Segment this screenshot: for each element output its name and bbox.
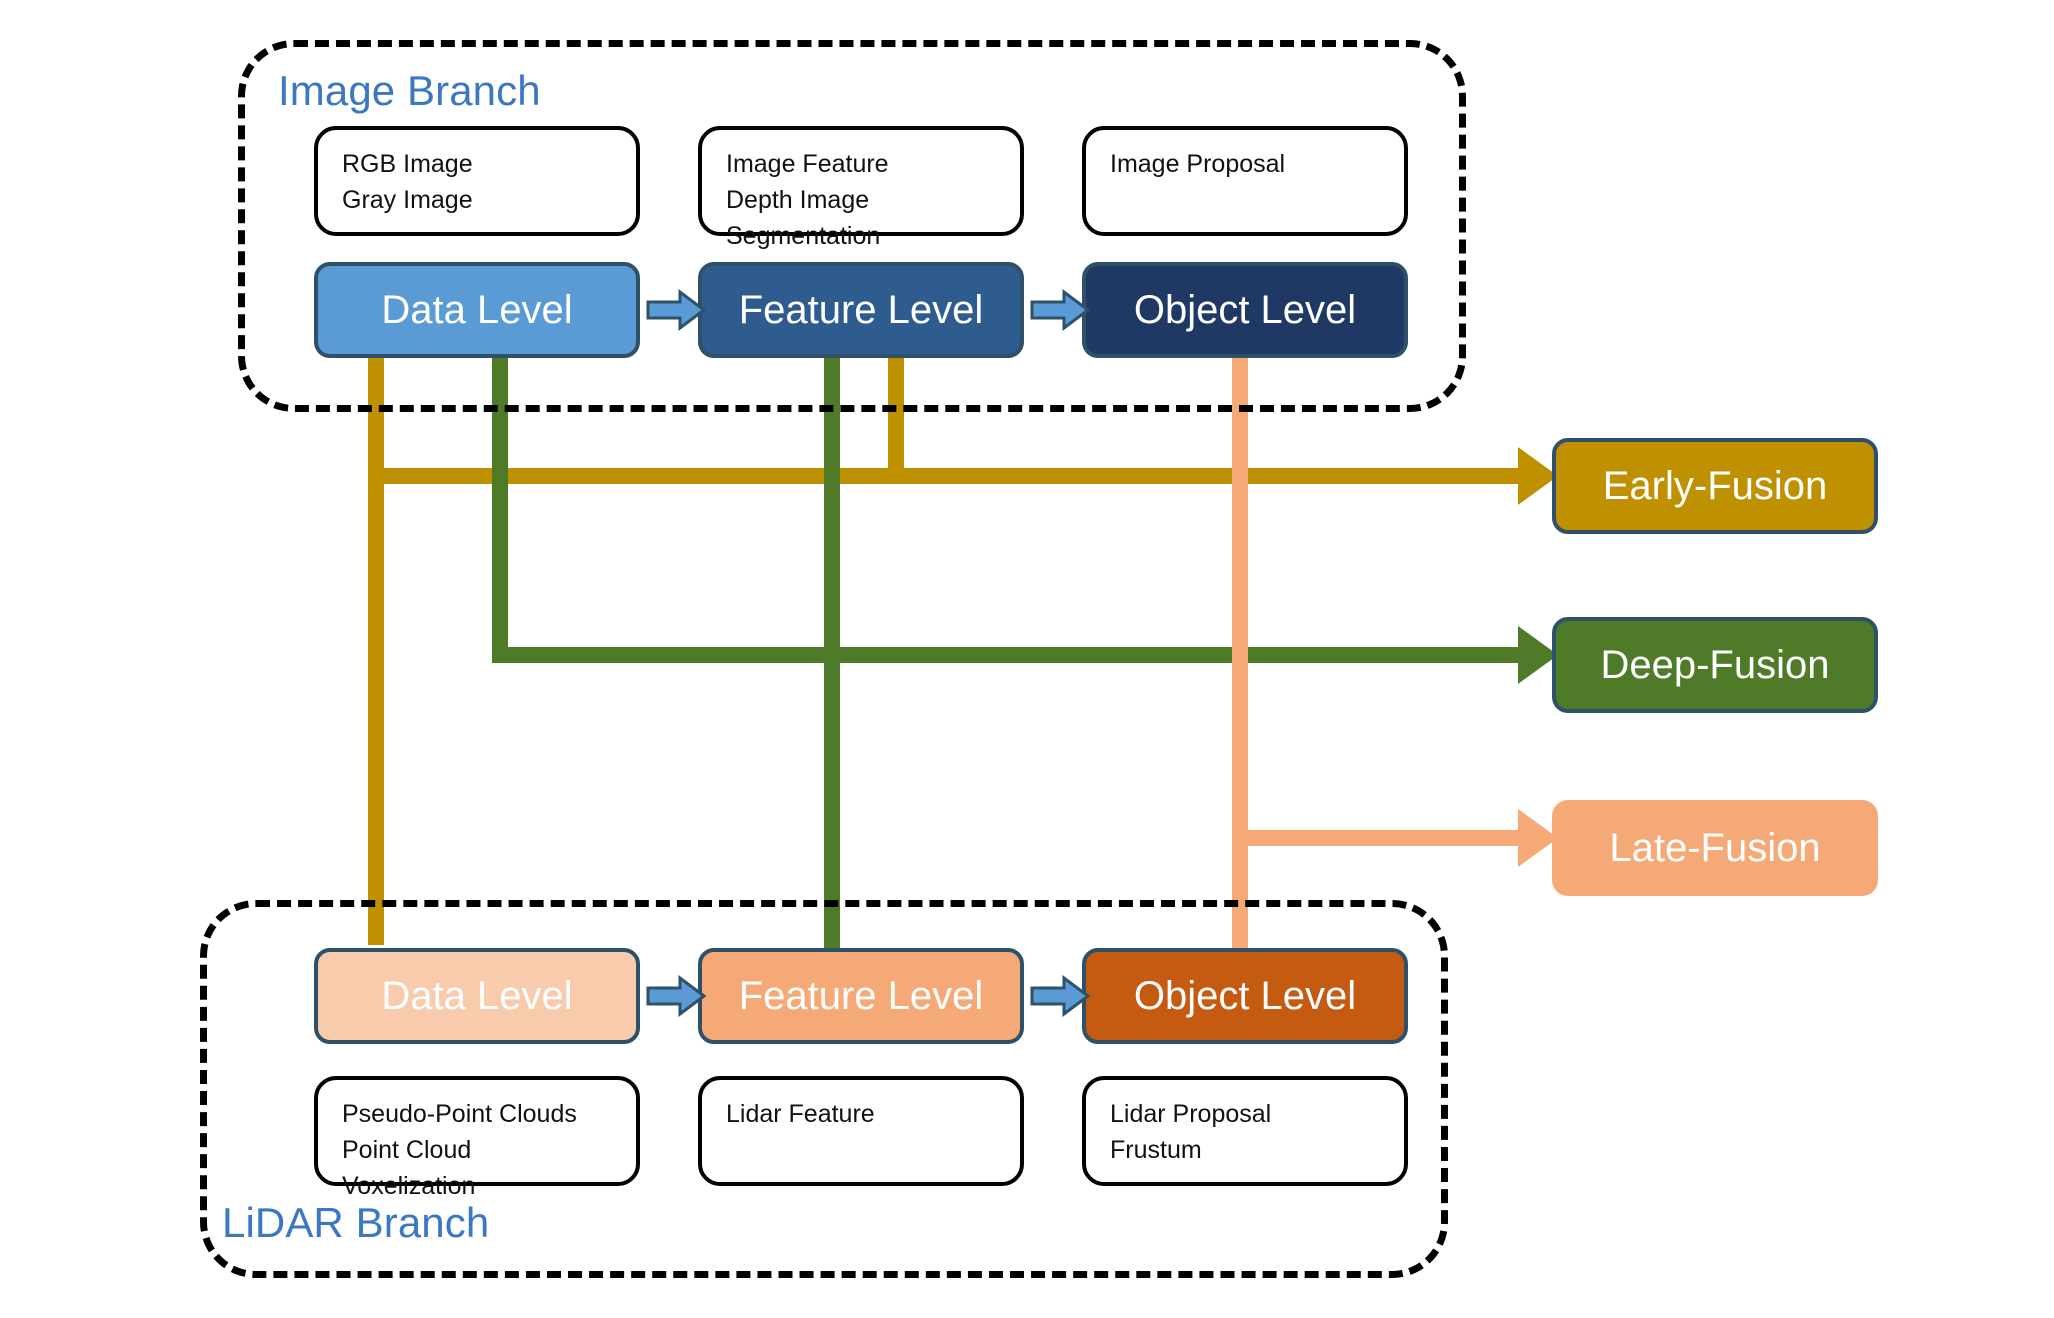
lidar-data-level-box[interactable]: Data Level xyxy=(314,948,640,1044)
detail-line: Segmentation xyxy=(726,222,881,250)
deep-fusion-box[interactable]: Deep-Fusion xyxy=(1552,617,1878,713)
image-feature-level-box[interactable]: Feature Level xyxy=(698,262,1024,358)
lidar-data-detail-box: Pseudo-Point Clouds Point Cloud Voxeliza… xyxy=(314,1076,640,1200)
image-object-level-box[interactable]: Object Level xyxy=(1082,262,1408,358)
lidar-object-level-label: Object Level xyxy=(1133,973,1357,1018)
connector-late-horizontal xyxy=(1232,830,1520,846)
deep-fusion-label: Deep-Fusion xyxy=(1600,642,1830,687)
image-data-detail-box: RGB Image Gray Image xyxy=(314,126,640,236)
connector-early-horizontal xyxy=(368,468,1520,484)
detail-line: Depth Image xyxy=(726,186,870,214)
early-fusion-label: Early-Fusion xyxy=(1602,463,1828,508)
image-branch-label: Image Branch xyxy=(278,67,541,114)
right-arrow-icon-lidar-1 xyxy=(646,975,706,1017)
late-fusion-label: Late-Fusion xyxy=(1609,825,1821,870)
detail-line: Lidar Feature xyxy=(726,1100,875,1128)
lidar-feature-detail-box: Lidar Feature xyxy=(698,1076,1024,1186)
connector-early-vertical-data xyxy=(368,355,384,945)
detail-line: Image Proposal xyxy=(1110,150,1286,178)
image-data-level-box[interactable]: Data Level xyxy=(314,262,640,358)
early-fusion-box[interactable]: Early-Fusion xyxy=(1552,438,1878,534)
image-data-level-label: Data Level xyxy=(381,287,573,332)
image-feature-level-label: Feature Level xyxy=(738,287,984,332)
detail-line: Image Feature xyxy=(726,150,889,178)
detail-line: RGB Image xyxy=(342,150,473,178)
right-arrow-icon-image-2 xyxy=(1030,289,1090,331)
connector-late-vertical-object xyxy=(1232,355,1248,955)
detail-line: Point Cloud xyxy=(342,1136,472,1164)
detail-line: Gray Image xyxy=(342,186,473,214)
lidar-feature-level-box[interactable]: Feature Level xyxy=(698,948,1024,1044)
lidar-object-detail-box: Lidar Proposal Frustum xyxy=(1082,1076,1408,1186)
lidar-feature-level-label: Feature Level xyxy=(738,973,984,1018)
detail-line: Lidar Proposal xyxy=(1110,1100,1272,1128)
right-arrow-icon-image-1 xyxy=(646,289,706,331)
image-feature-detail-box: Image Feature Depth Image Segmentation xyxy=(698,126,1024,250)
image-object-detail-box: Image Proposal xyxy=(1082,126,1408,236)
connector-deep-horizontal xyxy=(492,647,1520,663)
lidar-data-level-label: Data Level xyxy=(381,973,573,1018)
detail-line: Pseudo-Point Clouds xyxy=(342,1100,577,1128)
image-object-level-label: Object Level xyxy=(1133,287,1357,332)
detail-line: Frustum xyxy=(1110,1136,1202,1164)
diagram-canvas: Image Branch RGB Image Gray Image Image … xyxy=(0,0,2054,1318)
lidar-object-level-box[interactable]: Object Level xyxy=(1082,948,1408,1044)
lidar-branch-label: LiDAR Branch xyxy=(222,1199,490,1246)
right-arrow-icon-lidar-2 xyxy=(1030,975,1090,1017)
late-fusion-box[interactable]: Late-Fusion xyxy=(1552,800,1878,896)
detail-line: Voxelization xyxy=(342,1172,476,1200)
